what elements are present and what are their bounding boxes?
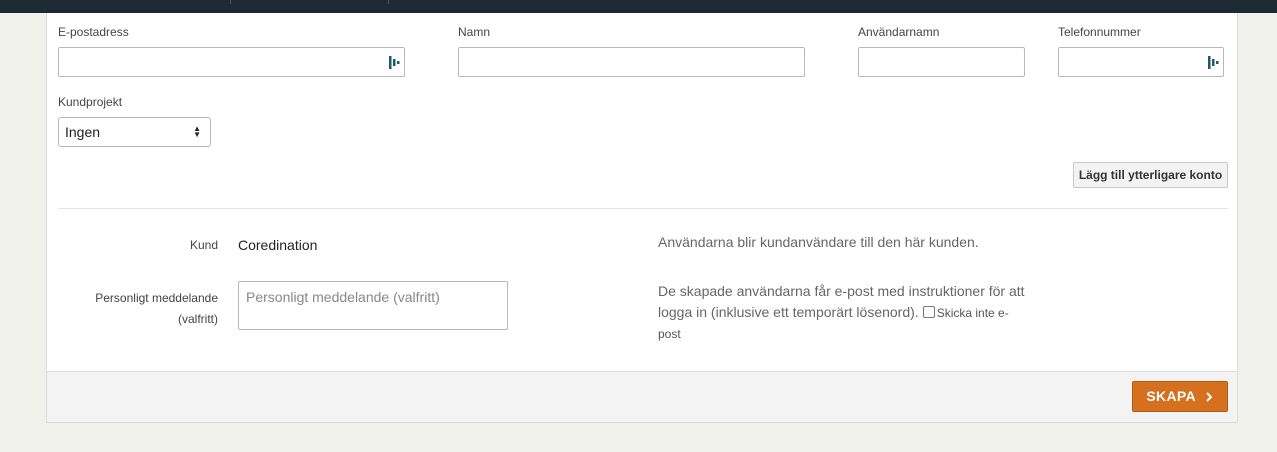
email-info-text: logga in (inklusive ett temporärt löseno…: [658, 304, 919, 320]
name-field[interactable]: [458, 47, 805, 77]
skip-email-label[interactable]: Skicka inte e-: [937, 306, 1009, 320]
customer-info: Användarna blir kundanvändare till den h…: [658, 234, 979, 250]
email-field[interactable]: [58, 47, 405, 77]
chevron-right-icon: [1205, 392, 1212, 402]
form-footer: SKAPA: [47, 371, 1237, 422]
add-account-button[interactable]: Lägg till ytterligare konto: [1073, 162, 1228, 188]
customer-label: Kund: [189, 238, 218, 252]
password-manager-icon[interactable]: [1207, 55, 1219, 70]
create-button[interactable]: SKAPA: [1132, 381, 1228, 412]
message-label-line1: Personligt meddelande: [95, 291, 218, 305]
topbar-divider: [230, 0, 231, 4]
customer-value: Coredination: [238, 237, 318, 253]
message-label: Personligt meddelande (valfritt): [58, 288, 218, 330]
personal-message-textarea[interactable]: Personligt meddelande (valfritt): [238, 281, 508, 330]
password-manager-icon[interactable]: [388, 55, 400, 70]
create-user-form: E-postadress Namn Användarnamn Telefonnu…: [46, 13, 1238, 423]
name-label: Namn: [458, 25, 491, 39]
message-label-line2: (valfritt): [178, 312, 218, 326]
section-divider: [58, 208, 1228, 209]
updown-arrows-icon: ▲ ▼: [193, 124, 201, 139]
phone-field[interactable]: [1058, 47, 1224, 77]
skip-email-label-cont[interactable]: post: [658, 324, 1038, 345]
create-button-label: SKAPA: [1146, 388, 1196, 404]
topbar-divider: [388, 0, 389, 4]
username-label: Användarnamn: [858, 25, 940, 39]
project-selected-value: Ingen: [65, 124, 101, 140]
email-label: E-postadress: [58, 25, 129, 39]
skip-email-checkbox[interactable]: [922, 306, 935, 318]
project-select[interactable]: Ingen ▲ ▼: [58, 117, 211, 147]
project-label: Kundprojekt: [58, 95, 123, 109]
email-info: De skapade användarna får e-post med ins…: [658, 281, 1038, 345]
phone-label: Telefonnummer: [1058, 25, 1141, 39]
username-field[interactable]: [858, 47, 1025, 77]
email-info-line2: logga in (inklusive ett temporärt löseno…: [658, 302, 1038, 324]
top-navigation-bar: [0, 0, 1277, 13]
message-placeholder: Personligt meddelande (valfritt): [246, 289, 440, 305]
email-info-line1: De skapade användarna får e-post med ins…: [658, 283, 1025, 299]
